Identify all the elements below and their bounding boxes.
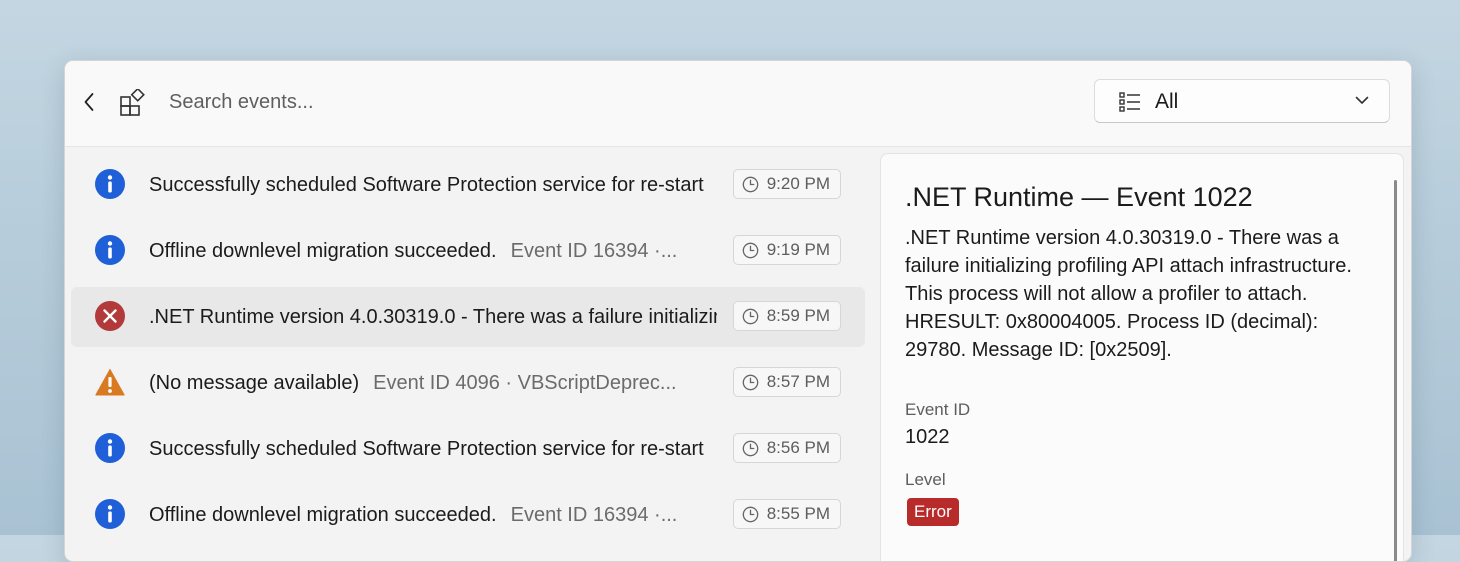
event-row[interactable]: .NET Runtime version 4.0.30319.0 - There… (71, 287, 865, 347)
event-time: 8:57 PM (766, 372, 830, 391)
event-message-text: Offline downlevel migration succeeded. (149, 240, 497, 262)
event-viewer-window: All Successfully scheduled Software Prot… (64, 60, 1412, 562)
chevron-down-icon (1355, 96, 1369, 104)
header-bar: All (65, 61, 1411, 147)
event-time-badge: 9:19 PM (732, 235, 841, 265)
event-time-badge: 9:20 PM (732, 169, 841, 199)
event-list: Successfully scheduled Software Protecti… (65, 147, 871, 561)
details-scrollbar[interactable] (1394, 180, 1397, 561)
info-icon (94, 168, 126, 200)
event-row[interactable]: Successfully scheduled Software Protecti… (71, 155, 865, 215)
event-time: 8:59 PM (766, 306, 830, 325)
clock-icon (742, 506, 759, 523)
clock-icon (742, 242, 759, 259)
clock-icon (742, 308, 759, 325)
event-time: 8:55 PM (766, 504, 830, 523)
event-id-label: Event ID (905, 400, 971, 419)
event-message-text: Successfully scheduled Software Protecti… (149, 174, 704, 196)
event-row[interactable]: (No message available) Event ID 4096 · VB… (71, 353, 865, 413)
event-id-value: 1022 (905, 426, 950, 448)
event-details-panel: .NET Runtime — Event 1022 .NET Runtime v… (880, 153, 1404, 561)
filter-selected-value: All (1155, 90, 1179, 113)
back-button[interactable] (79, 88, 99, 116)
event-row[interactable]: Offline downlevel migration succeeded. Ev… (71, 221, 865, 281)
error-icon (94, 300, 126, 332)
info-icon (94, 498, 126, 530)
event-time-badge: 8:56 PM (732, 433, 841, 463)
event-message-text: .NET Runtime version 4.0.30319.0 - There… (149, 306, 717, 328)
event-meta: Event ID 16394 ·... (510, 240, 678, 262)
event-time-badge: 8:59 PM (732, 301, 841, 331)
clock-icon (742, 374, 759, 391)
event-message-text: Successfully scheduled Software Protecti… (149, 438, 704, 460)
filter-dropdown[interactable]: All (1094, 79, 1390, 123)
details-title: .NET Runtime — Event 1022 (905, 182, 1253, 212)
chevron-left-icon (84, 93, 94, 111)
app-grid-icon (120, 89, 145, 116)
level-badge: Error (907, 498, 959, 526)
event-message: (No message available) Event ID 4096 · VB… (149, 353, 717, 413)
event-time-badge: 8:55 PM (732, 499, 841, 529)
event-meta: Event ID 4096 · VBScriptDeprec... (373, 372, 677, 394)
event-time: 9:19 PM (766, 240, 830, 259)
info-icon (94, 234, 126, 266)
clock-icon (742, 176, 759, 193)
event-message: Offline downlevel migration succeeded. Ev… (149, 485, 717, 545)
event-time: 9:20 PM (766, 174, 830, 193)
event-message: Offline downlevel migration succeeded. Ev… (149, 221, 717, 281)
list-icon (1119, 92, 1140, 112)
event-row[interactable]: Offline downlevel migration succeeded. Ev… (71, 485, 865, 545)
details-description: .NET Runtime version 4.0.30319.0 - There… (905, 227, 1352, 361)
level-label: Level (905, 470, 946, 489)
event-message-text: (No message available) (149, 372, 360, 394)
event-message-text: Offline downlevel migration succeeded. (149, 504, 497, 526)
warning-icon (94, 366, 126, 398)
search-input[interactable] (169, 85, 769, 119)
event-row[interactable]: Successfully scheduled Software Protecti… (71, 419, 865, 479)
event-time: 8:56 PM (766, 438, 830, 457)
event-meta: Event ID 16394 ·... (510, 504, 678, 526)
event-message: Successfully scheduled Software Protecti… (149, 155, 717, 215)
event-message: .NET Runtime version 4.0.30319.0 - There… (149, 287, 717, 347)
event-time-badge: 8:57 PM (732, 367, 841, 397)
info-icon (94, 432, 126, 464)
event-message: Successfully scheduled Software Protecti… (149, 419, 717, 479)
clock-icon (742, 440, 759, 457)
